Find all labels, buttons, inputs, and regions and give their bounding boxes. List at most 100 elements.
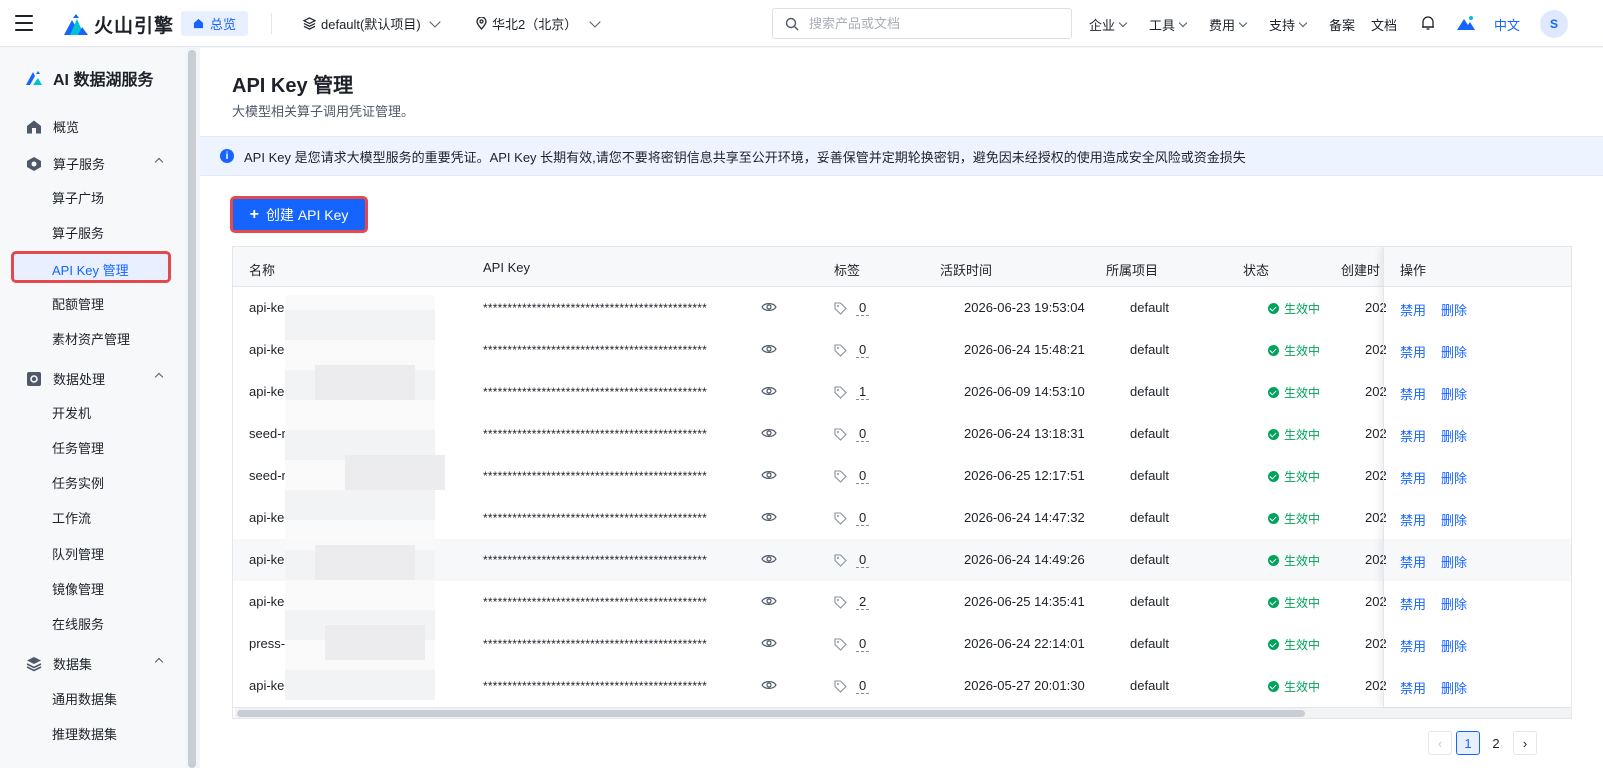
sidebar-item-inference-datasets[interactable]: 推理数据集 <box>52 724 117 743</box>
search-input[interactable] <box>809 16 1059 31</box>
sidebar-item-assets[interactable]: 素材资产管理 <box>52 329 130 348</box>
key-name[interactable]: api-ke <box>249 594 284 609</box>
info-alert: i API Key 是您请求大模型服务的重要凭证。API Key 长期有效,请您… <box>200 136 1603 176</box>
eye-icon[interactable] <box>761 679 777 691</box>
bell-icon[interactable] <box>1420 15 1436 31</box>
sidebar-item-online-service[interactable]: 在线服务 <box>52 614 104 633</box>
next-page-button[interactable]: › <box>1513 731 1537 755</box>
sidebar-item-quota[interactable]: 配额管理 <box>52 294 104 313</box>
main-content: API Key 管理 大模型相关算子调用凭证管理。 i API Key 是您请求… <box>200 48 1603 768</box>
eye-icon[interactable] <box>761 301 777 313</box>
tag-count[interactable]: 0 <box>856 510 870 526</box>
sidebar: AI 数据湖服务 概览 算子服务 算子广场 算子服务 API Key 管理 配额… <box>0 48 186 768</box>
sidebar-item-general-datasets[interactable]: 通用数据集 <box>52 689 117 708</box>
tag-count[interactable]: 0 <box>856 678 870 694</box>
key-name[interactable]: api-ke <box>249 510 284 525</box>
nav-docs[interactable]: 文档 <box>1371 15 1397 34</box>
overview-button[interactable]: 总览 <box>181 11 249 36</box>
key-name[interactable]: api-ke <box>249 384 284 399</box>
sidebar-item-operator-service[interactable]: 算子服务 <box>52 223 104 242</box>
sidebar-item-tasks[interactable]: 任务管理 <box>52 438 104 457</box>
eye-icon[interactable] <box>761 343 777 355</box>
key-name[interactable]: seed-r <box>249 468 286 483</box>
tag-icon <box>834 638 847 651</box>
masked-api-key: ****************************************… <box>483 301 708 315</box>
project-selector[interactable]: default(默认项目) <box>303 14 441 33</box>
mountain-icon[interactable] <box>1457 15 1475 31</box>
sidebar-item-operator-market[interactable]: 算子广场 <box>52 188 104 207</box>
eye-icon[interactable] <box>761 511 777 523</box>
create-api-key-button[interactable]: + 创建 API Key <box>230 196 368 233</box>
col-project: 所属项目 <box>1106 263 1159 278</box>
sidebar-group-datasets[interactable]: 数据集 <box>26 654 166 673</box>
tag-icon <box>834 596 847 609</box>
masked-api-key: ****************************************… <box>483 343 708 357</box>
sidebar-item-workflow[interactable]: 工作流 <box>52 508 91 527</box>
masked-api-key: ****************************************… <box>483 469 708 483</box>
sidebar-group-operators[interactable]: 算子服务 <box>26 154 166 173</box>
tag-count[interactable]: 0 <box>856 426 870 442</box>
page-title: API Key 管理 <box>232 75 354 97</box>
nav-support[interactable]: 支持 <box>1269 15 1308 34</box>
avatar[interactable]: S <box>1540 10 1568 38</box>
tag-count[interactable]: 0 <box>856 468 870 484</box>
key-name[interactable]: seed-r <box>249 426 286 441</box>
check-circle-icon <box>1268 555 1279 566</box>
sidebar-item-api-key[interactable]: API Key 管理 <box>11 251 171 283</box>
nav-billing[interactable]: 费用 <box>1209 15 1248 34</box>
key-name[interactable]: press- <box>249 636 285 651</box>
tag-icon <box>834 302 847 315</box>
col-created: 创建时间 <box>1341 263 1381 278</box>
tag-icon <box>834 386 847 399</box>
horizontal-scrollbar[interactable] <box>235 708 1571 718</box>
table-header: 名称 API Key 标签 活跃时间 所属项目 状态 创建时间 操作 <box>233 247 1571 287</box>
scroll-thumb[interactable] <box>237 710 1305 717</box>
chevron-down-icon <box>429 15 441 28</box>
key-name[interactable]: api-ke <box>249 552 284 567</box>
tag-count[interactable]: 0 <box>856 552 870 568</box>
chevron-down-icon <box>1118 18 1128 28</box>
key-name[interactable]: api-ke <box>249 342 284 357</box>
eye-icon[interactable] <box>761 637 777 649</box>
nav-enterprise[interactable]: 企业 <box>1089 15 1128 34</box>
eye-icon[interactable] <box>761 595 777 607</box>
operator-icon <box>27 156 41 171</box>
key-name[interactable]: api-ke <box>249 678 284 693</box>
page-2-button[interactable]: 2 <box>1484 731 1508 755</box>
tag-count[interactable]: 0 <box>856 342 870 358</box>
tag-count[interactable]: 0 <box>856 300 870 316</box>
sidebar-item-task-instances[interactable]: 任务实例 <box>52 473 104 492</box>
nav-filing[interactable]: 备案 <box>1329 15 1355 34</box>
project-name: default <box>1130 300 1170 315</box>
check-circle-icon <box>1268 513 1279 524</box>
tag-count[interactable]: 2 <box>856 594 870 610</box>
tag-count[interactable]: 0 <box>856 636 870 652</box>
layers-icon <box>303 17 316 30</box>
sidebar-item-images[interactable]: 镜像管理 <box>52 579 104 598</box>
sidebar-group-data-processing[interactable]: 数据处理 <box>26 369 166 388</box>
search-box[interactable] <box>772 8 1072 39</box>
sidebar-item-devbox[interactable]: 开发机 <box>52 403 91 422</box>
sidebar-item-queues[interactable]: 队列管理 <box>52 544 104 563</box>
tag-count[interactable]: 1 <box>856 384 870 400</box>
eye-icon[interactable] <box>761 553 777 565</box>
prev-page-button[interactable]: ‹ <box>1428 731 1452 755</box>
menu-icon[interactable] <box>15 15 33 31</box>
location-pin-icon <box>476 17 487 30</box>
key-name[interactable]: api-ke <box>249 300 284 315</box>
region-selector[interactable]: 华北2（北京） <box>476 14 601 33</box>
eye-icon[interactable] <box>761 427 777 439</box>
status-badge: 生效中 <box>1268 678 1320 695</box>
eye-icon[interactable] <box>761 385 777 397</box>
eye-icon[interactable] <box>761 469 777 481</box>
info-icon: i <box>220 149 234 163</box>
sidebar-item-overview[interactable]: 概览 <box>26 117 166 136</box>
col-name: 名称 <box>249 263 276 278</box>
check-circle-icon <box>1268 303 1279 314</box>
sidebar-scrollbar[interactable] <box>188 50 196 768</box>
nav-tools[interactable]: 工具 <box>1149 15 1188 34</box>
language-switch[interactable]: 中文 <box>1494 15 1520 34</box>
page-1-button[interactable]: 1 <box>1456 731 1480 755</box>
brand-logo[interactable]: 火山引擎 <box>64 11 174 38</box>
project-name: default <box>1130 636 1170 651</box>
